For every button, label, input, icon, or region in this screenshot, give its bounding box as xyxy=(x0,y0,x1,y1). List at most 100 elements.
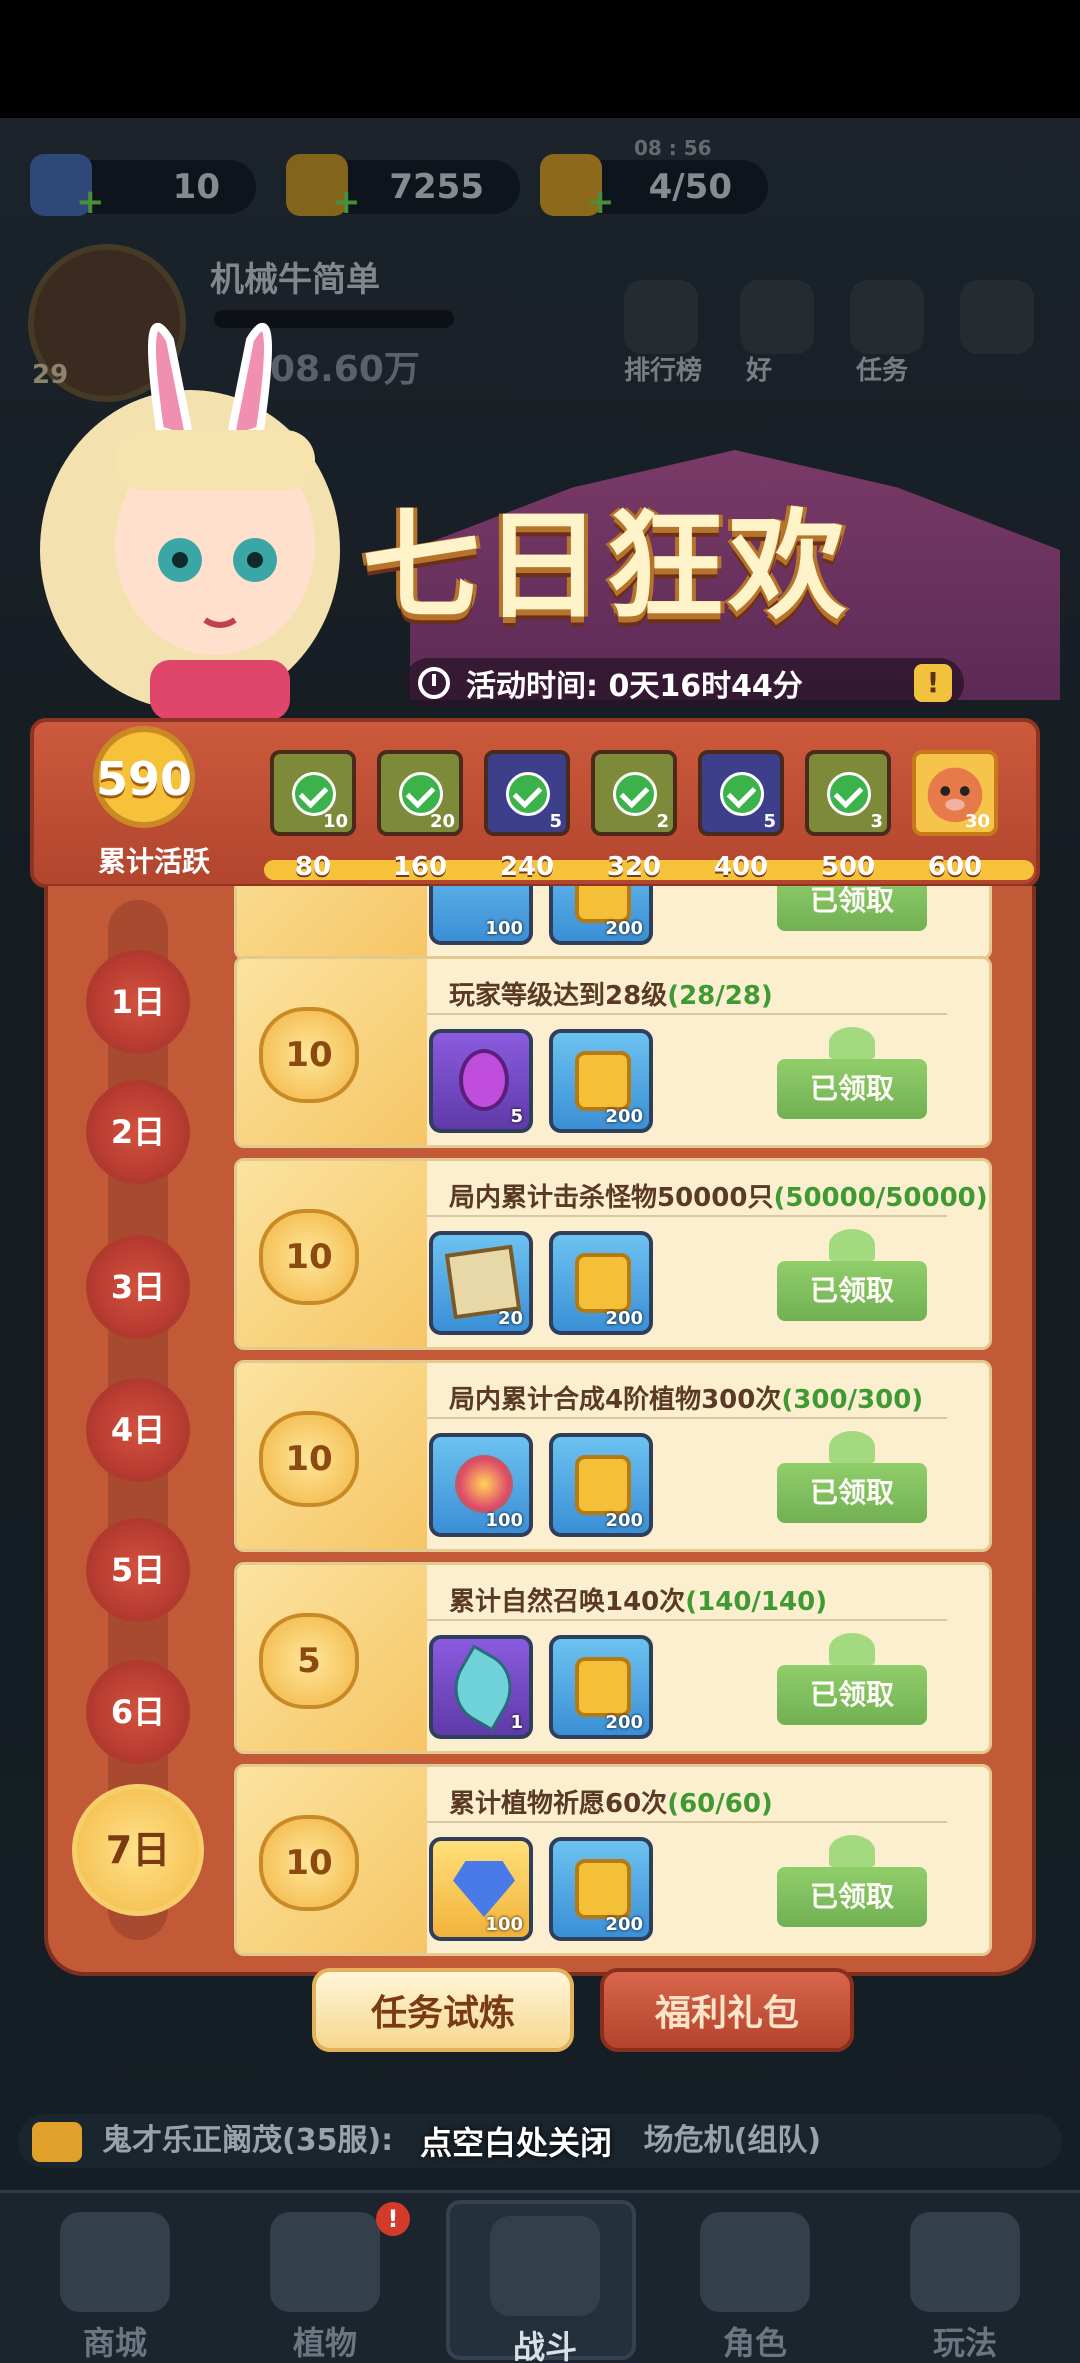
task-points: 10 xyxy=(259,1815,359,1911)
day-tab-1[interactable]: 1日 xyxy=(86,950,190,1054)
coin-icon xyxy=(575,1253,631,1313)
claimed-button[interactable]: 已领取 xyxy=(777,1261,927,1321)
potion-icon xyxy=(459,1049,509,1111)
reward-chest-2[interactable]: 20 xyxy=(377,750,463,836)
task-title-text: 累计植物祈愿60次 xyxy=(449,1789,668,1819)
chat-text-2: 场危机(组队) xyxy=(643,2123,822,2158)
reward-chest-3[interactable]: 5 xyxy=(484,750,570,836)
divider xyxy=(427,1619,947,1621)
task-progress: (50000/50000) xyxy=(773,1183,988,1213)
reward-count: 200 xyxy=(605,918,643,939)
nav-label: 角色 xyxy=(722,2324,787,2362)
reward-item[interactable]: 200 xyxy=(549,1635,653,1739)
milestone-400: 400 xyxy=(713,852,769,882)
milestone-320: 320 xyxy=(606,852,662,882)
task-title-text: 局内累计击杀怪物50000只 xyxy=(449,1183,774,1213)
chat-icon xyxy=(32,2122,82,2162)
day-tab-5[interactable]: 5日 xyxy=(86,1518,190,1622)
nav-character[interactable]: 角色 xyxy=(660,2200,850,2362)
task-points: 10 xyxy=(259,1209,359,1305)
reward-chest-final[interactable]: 30 xyxy=(912,750,998,836)
reward-count: 100 xyxy=(485,1510,523,1531)
reward-item[interactable]: 200 xyxy=(549,1433,653,1537)
event-time-bar: 活动时间: 0天16时44分 ! xyxy=(404,658,964,708)
task-card: 10 局内累计合成4阶植物300次(300/300) 100 200 已领取 xyxy=(234,1360,992,1552)
event-time: 活动时间: 0天16时44分 xyxy=(466,669,803,704)
milestone-240: 240 xyxy=(499,852,555,882)
close-hint[interactable]: 点空白处关闭 xyxy=(420,2118,612,2164)
task-title: 累计自然召唤140次(140/140) xyxy=(449,1581,827,1618)
task-points: 10 xyxy=(259,1007,359,1103)
character-icon xyxy=(700,2212,810,2312)
chest-count: 3 xyxy=(870,811,883,832)
reward-item[interactable]: 5 xyxy=(429,1029,533,1133)
day-tab-3[interactable]: 3日 xyxy=(86,1235,190,1339)
task-card: 10 累计植物祈愿60次(60/60) 100 200 已领取 xyxy=(234,1764,992,1956)
reward-count: 5 xyxy=(510,1106,523,1127)
reward-chest-5[interactable]: 5 xyxy=(698,750,784,836)
task-title: 玩家等级达到28级(28/28) xyxy=(449,975,773,1012)
claimed-button[interactable]: 已领取 xyxy=(777,1059,927,1119)
claimed-button[interactable]: 已领取 xyxy=(777,1463,927,1523)
task-progress: (300/300) xyxy=(781,1385,924,1415)
seed-icon xyxy=(455,1455,513,1513)
reward-item[interactable]: 1 xyxy=(429,1635,533,1739)
task-title-text: 局内累计合成4阶植物300次 xyxy=(449,1385,782,1415)
reward-item[interactable]: 100 xyxy=(429,1433,533,1537)
claimed-button[interactable]: 已领取 xyxy=(777,1867,927,1927)
divider xyxy=(427,1821,947,1823)
reward-count: 1 xyxy=(510,1712,523,1733)
reward-count: 200 xyxy=(605,1106,643,1127)
nav-battle[interactable]: 战斗 xyxy=(446,2200,636,2363)
reward-item[interactable]: 200 xyxy=(549,1837,653,1941)
nav-gameplay[interactable]: 玩法 xyxy=(870,2200,1060,2362)
task-card: 5 累计自然召唤140次(140/140) 1 200 已领取 xyxy=(234,1562,992,1754)
reward-chest-1[interactable]: 10 xyxy=(270,750,356,836)
reward-count: 20 xyxy=(497,1308,523,1329)
milestone-160: 160 xyxy=(392,852,448,882)
check-icon xyxy=(720,772,764,816)
event-title: 七日狂欢 xyxy=(362,497,851,635)
claimed-button[interactable]: 已领取 xyxy=(777,1665,927,1725)
tab-welfare-gift[interactable]: 福利礼包 xyxy=(600,1968,854,2052)
reward-item[interactable]: 200 xyxy=(549,1029,653,1133)
info-icon[interactable]: ! xyxy=(914,664,952,702)
task-progress: (28/28) xyxy=(667,981,773,1011)
reward-item[interactable]: 20 xyxy=(429,1231,533,1335)
check-icon xyxy=(399,772,443,816)
sprout-icon xyxy=(829,1431,875,1463)
claimed-button[interactable]: 已领取 xyxy=(777,886,927,931)
reward-chest-6[interactable]: 3 xyxy=(805,750,891,836)
day-tab-6[interactable]: 6日 xyxy=(86,1660,190,1764)
task-title: 累计植物祈愿60次(60/60) xyxy=(449,1783,773,1820)
nav-label: 玩法 xyxy=(932,2324,997,2362)
task-list[interactable]: 100 200 已领取 10 玩家等级达到28级(28/28) 5 200 已领… xyxy=(234,886,994,1956)
reward-count: 100 xyxy=(485,918,523,939)
reward-count: 200 xyxy=(605,1712,643,1733)
task-card: 10 玩家等级达到28级(28/28) 5 200 已领取 xyxy=(234,956,992,1148)
divider xyxy=(427,1417,947,1419)
chest-count: 10 xyxy=(322,811,348,832)
milestone-80: 80 xyxy=(294,852,332,882)
day-tab-2[interactable]: 2日 xyxy=(86,1080,190,1184)
task-points: 10 xyxy=(259,1411,359,1507)
screen: + 10 + 7255 08 : 56 + 4/50 29 机械牛简单 08.6… xyxy=(0,0,1080,2363)
reward-chest-4[interactable]: 2 xyxy=(591,750,677,836)
reward-item[interactable]: 100 xyxy=(429,1837,533,1941)
gem-icon xyxy=(453,1861,515,1917)
reward-item[interactable]: 200 xyxy=(549,1231,653,1335)
day-tab-7-active[interactable]: 7日 xyxy=(72,1784,204,1916)
check-icon xyxy=(613,772,657,816)
tab-task-trial[interactable]: 任务试炼 xyxy=(312,1968,574,2052)
nav-shop[interactable]: 商城 xyxy=(20,2200,210,2362)
milestone-500: 500 xyxy=(820,852,876,882)
task-title-text: 累计自然召唤140次 xyxy=(449,1587,686,1617)
task-card-partial: 100 200 已领取 xyxy=(234,886,992,960)
coin-icon xyxy=(575,1051,631,1111)
day-tab-4[interactable]: 4日 xyxy=(86,1378,190,1482)
reward-item[interactable]: 200 xyxy=(549,886,653,945)
reward-item[interactable]: 100 xyxy=(429,886,533,945)
windmill-icon xyxy=(490,2216,600,2316)
check-icon xyxy=(827,772,871,816)
nav-label: 战斗 xyxy=(512,2328,577,2363)
